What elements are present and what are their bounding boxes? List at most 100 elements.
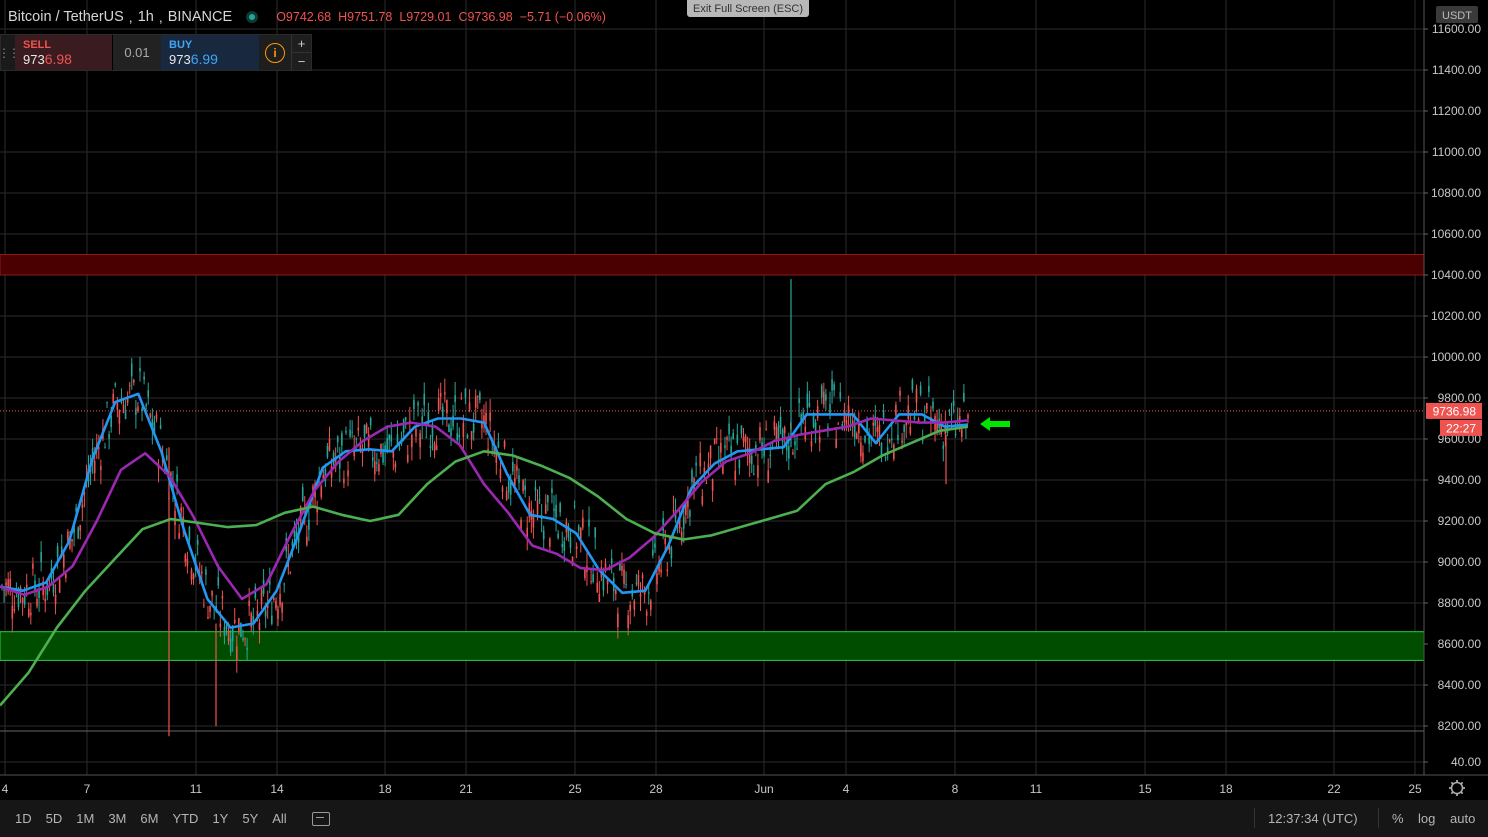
time-tick-label: 21 (459, 782, 473, 796)
candle-body (534, 487, 537, 491)
price-tick-label: 9200.00 (1438, 514, 1482, 528)
toolbar-divider (1378, 808, 1379, 828)
candle-body (110, 415, 112, 428)
candle-body (378, 464, 380, 472)
minus-button[interactable]: − (292, 52, 311, 70)
drag-handle-icon[interactable]: ⋮⋮ (0, 35, 20, 70)
candle-body (273, 598, 275, 600)
candle-body (65, 573, 67, 579)
candle-body (682, 516, 685, 529)
utc-clock[interactable]: 12:37:34 (UTC) (1268, 811, 1358, 826)
price-tick-label: 9000.00 (1438, 555, 1482, 569)
candle-body (155, 414, 158, 419)
sell-button[interactable]: SELL 9736.98 (15, 35, 113, 70)
resistance-zone[interactable] (0, 254, 1425, 276)
candle-body (221, 596, 224, 599)
candle-body (118, 410, 121, 424)
candle-body (942, 445, 945, 449)
candle-body (470, 431, 473, 440)
price-tick-label: 40.00 (1451, 755, 1481, 769)
market-status-icon[interactable] (246, 11, 259, 23)
candle-body (200, 571, 203, 574)
exit-fullscreen-button[interactable]: Exit Full Screen (ESC) (687, 0, 809, 17)
candle-body (907, 405, 910, 419)
range-button-1m[interactable]: 1M (69, 811, 101, 826)
time-tick-label: 11 (190, 782, 203, 796)
range-button-6m[interactable]: 6M (133, 811, 165, 826)
range-button-3m[interactable]: 3M (101, 811, 133, 826)
candle-body (759, 427, 761, 441)
candle-body (139, 368, 141, 372)
candle-body (357, 427, 360, 431)
info-button[interactable]: i (259, 35, 291, 70)
candle-body (108, 434, 110, 439)
low-value: 9729.01 (406, 10, 452, 24)
candle-body (347, 470, 349, 477)
candle-body (709, 445, 712, 459)
candle-body (736, 434, 739, 443)
candle-body (715, 438, 718, 440)
range-button-1d[interactable]: 1D (8, 811, 39, 826)
candle-body (639, 593, 642, 597)
plus-button[interactable]: + (292, 35, 311, 52)
candle-body (961, 429, 963, 437)
candle-body (888, 439, 891, 442)
candle-body (192, 574, 195, 580)
buy-button[interactable]: BUY 9736.99 (161, 35, 259, 70)
range-button-5d[interactable]: 5D (39, 811, 70, 826)
candle-body (779, 416, 782, 428)
symbol-name[interactable]: Bitcoin / TetherUS (8, 9, 124, 25)
ma-mid-line[interactable] (0, 417, 969, 601)
quantity-input[interactable]: 0.01 (113, 35, 161, 70)
candle-body (775, 427, 778, 441)
candle-body (551, 488, 553, 493)
candle-body (582, 517, 584, 528)
candle-body (864, 435, 866, 443)
interval-label[interactable]: 1h (138, 9, 154, 25)
candle-body (30, 612, 32, 616)
candle-body (730, 445, 732, 454)
goto-date-icon[interactable] (311, 811, 330, 826)
candle-body (559, 503, 561, 513)
candle-body (417, 402, 419, 406)
candle-body (549, 538, 551, 547)
range-button-all[interactable]: All (265, 811, 293, 826)
candle-body (777, 425, 780, 439)
range-button-1y[interactable]: 1Y (205, 811, 235, 826)
candle-body (479, 392, 481, 400)
auto-scale-toggle[interactable]: auto (1450, 811, 1475, 826)
log-scale-toggle[interactable]: log (1418, 811, 1435, 826)
candle-body (526, 527, 529, 537)
candle-body (56, 546, 59, 557)
candle-body (650, 600, 652, 611)
ma-slow-line[interactable] (0, 425, 969, 707)
candle-body (5, 582, 7, 586)
candle-body (390, 435, 393, 442)
candle-body (130, 363, 133, 377)
price-tick-label: 11400.00 (1432, 63, 1481, 77)
candle-body (62, 554, 65, 568)
candle-body (227, 629, 230, 642)
range-button-ytd[interactable]: YTD (165, 811, 205, 826)
candle-body (903, 425, 905, 432)
support-zone[interactable] (0, 631, 1425, 661)
candle-body (837, 423, 840, 425)
range-button-5y[interactable]: 5Y (235, 811, 265, 826)
range-buttons: 1D 5D 1M 3M 6M YTD 1Y 5Y All (0, 811, 294, 826)
candle-body (394, 463, 397, 468)
candle-body (464, 388, 467, 398)
candle-body (705, 482, 708, 484)
candle-body (242, 638, 244, 641)
candle-body (450, 428, 452, 437)
price-tick-label: 9400.00 (1438, 473, 1482, 487)
percent-scale-toggle[interactable]: % (1392, 811, 1404, 826)
price-chart[interactable]: USDT11600.00 11400.00 11200.00 11000.00 1080… (0, 0, 1488, 800)
candle-body (518, 475, 520, 483)
price-tick-label: 10400.00 (1431, 268, 1481, 282)
candle-body (435, 445, 438, 450)
candle-body (196, 539, 199, 545)
price-tick-label: 10200.00 (1431, 309, 1481, 323)
candle-body (645, 611, 648, 616)
candle-body (563, 541, 566, 551)
close-value: 9736.98 (467, 10, 513, 24)
